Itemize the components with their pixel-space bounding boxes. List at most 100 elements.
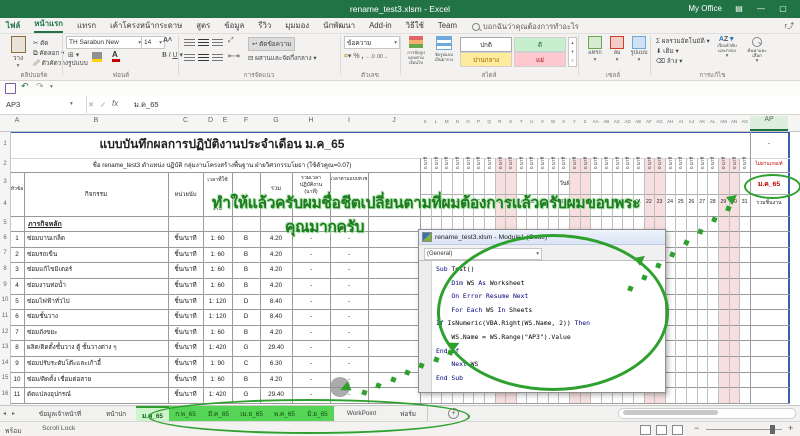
column-headers[interactable]: ABCDEFGHIJKLMNOPQRSTUVWXYZAAABACADAEAFAG… xyxy=(0,114,800,132)
style-chip-2[interactable]: ปานกลาง xyxy=(460,52,512,67)
table-cell-r7c3[interactable]: 1: 60 xyxy=(203,325,232,341)
column-header-AI[interactable]: AI xyxy=(675,119,686,124)
column-header-AA[interactable]: AA xyxy=(590,119,601,124)
table-cell-r5c3[interactable]: 1: 120 xyxy=(203,294,232,310)
column-header-AP[interactable]: AP xyxy=(750,116,788,131)
new-sheet-icon[interactable]: + xyxy=(448,408,459,419)
column-header-AH[interactable]: AH xyxy=(665,119,676,124)
ribbon-tab-6[interactable]: รีวิว xyxy=(258,20,271,32)
ribbon-tab-11[interactable]: Team xyxy=(438,21,457,30)
column-header-M[interactable]: M xyxy=(441,119,452,124)
header-per-model[interactable]: เวลาตามแบบที่ใช้ xyxy=(330,177,368,183)
column-header-AM[interactable]: AM xyxy=(718,119,729,124)
table-cell-r3c5[interactable]: 4.20 xyxy=(260,262,292,278)
row-header-8[interactable]: 8 xyxy=(0,266,10,272)
align-top-icon[interactable] xyxy=(184,39,195,47)
column-header-U[interactable]: U xyxy=(526,119,537,124)
column-header-S[interactable]: S xyxy=(505,119,516,124)
column-header-T[interactable]: T xyxy=(516,119,527,124)
conditional-formatting-button[interactable]: การจัดรูปแบบตามเงื่อนไข xyxy=(404,36,428,65)
vba-code-window[interactable]: rename_test3.xlsm - Module1 (Code) (Gene… xyxy=(418,229,666,393)
day-number-5[interactable]: 5 xyxy=(463,199,474,205)
sheet-tab-เม.ย_65[interactable]: เม.ย_65 xyxy=(235,406,269,421)
table-cell-r5c4[interactable]: D xyxy=(232,294,260,310)
column-header-V[interactable]: V xyxy=(537,119,548,124)
column-header-A[interactable]: A xyxy=(10,117,24,124)
sheet-tab-มิ.ย_65[interactable]: มิ.ย_65 xyxy=(301,406,335,421)
minimize-icon[interactable]: — xyxy=(756,4,766,14)
table-cell-r8c7[interactable]: - xyxy=(330,340,368,356)
column-header-P[interactable]: P xyxy=(473,119,484,124)
gallery-scrollbar[interactable]: ▲▼≡ xyxy=(568,37,577,67)
day-number-2[interactable]: 2 xyxy=(431,199,442,205)
column-header-AJ[interactable]: AJ xyxy=(686,119,697,124)
sheet-tab-มี.ค_65[interactable]: มี.ค_65 xyxy=(202,406,236,421)
day-number-15[interactable]: 15 xyxy=(569,199,580,205)
column-header-K[interactable]: K xyxy=(420,119,431,124)
table-cell-r4c4[interactable]: B xyxy=(232,278,260,294)
day-number-7[interactable]: 7 xyxy=(484,199,495,205)
table-cell-r7c7[interactable]: - xyxy=(330,325,368,341)
ribbon-tab-10[interactable]: วิธีใช้ xyxy=(406,20,424,32)
table-cell-r10c2[interactable]: ชิ้น/นาที xyxy=(168,372,203,388)
day-number-29[interactable]: 29 xyxy=(718,199,729,205)
table-cell-r10c3[interactable]: 1: 60 xyxy=(203,372,232,388)
table-cell-r1c6[interactable]: - xyxy=(292,231,330,247)
sheet-subtitle[interactable]: ชื่อ rename_test3 ตำแหน่ง ปฏิบัติ กลุ่มง… xyxy=(24,160,420,170)
maximize-icon[interactable]: ▢ xyxy=(778,4,788,14)
day-number-10[interactable]: 10 xyxy=(516,199,527,205)
header-time2[interactable]: งาน xyxy=(203,205,232,213)
table-cell-r7c6[interactable]: - xyxy=(292,325,330,341)
formula-input[interactable]: ม.ค_65 xyxy=(134,96,159,113)
sheet-tab-พ.ค_65[interactable]: พ.ค_65 xyxy=(268,406,302,421)
table-cell-r1c2[interactable]: ชิ้น/นาที xyxy=(168,231,203,247)
table-cell-r10c1[interactable]: ซ่อม/ติดตั้ง เชื่อมต่อสาย xyxy=(24,372,168,388)
table-cell-r7c0[interactable]: 7 xyxy=(10,325,24,341)
table-cell-r9c4[interactable]: C xyxy=(232,356,260,372)
day-number-4[interactable]: 4 xyxy=(452,199,463,205)
sheet-tab-ข้อมูลเจ้าหน้าที่[interactable]: ข้อมูลเจ้าหน้าที่ xyxy=(24,406,97,421)
table-cell-r9c0[interactable]: 9 xyxy=(10,356,24,372)
column-header-O[interactable]: O xyxy=(463,119,474,124)
orientation-icon[interactable]: ⤢ xyxy=(228,37,234,45)
tab-scroll-left-icon[interactable]: ◂ xyxy=(3,410,6,417)
ribbon-tab-9[interactable]: Add-in xyxy=(369,21,392,30)
autosum-button[interactable]: Σ ผลรวมอัตโนมัติ ▾ xyxy=(656,36,710,46)
format-cells-button[interactable]: รูปแบบ▾ xyxy=(630,36,648,63)
table-cell-r5c0[interactable]: 5 xyxy=(10,294,24,310)
table-cell-r7c2[interactable]: ชิ้น/นาที xyxy=(168,325,203,341)
column-header-AC[interactable]: AC xyxy=(612,119,623,124)
day-number-23[interactable]: 23 xyxy=(654,199,665,205)
zoom-out-icon[interactable]: − xyxy=(694,423,699,433)
share-icon[interactable]: r⤴ xyxy=(785,21,794,31)
zoom-in-icon[interactable]: + xyxy=(788,423,793,433)
day-number-22[interactable]: 22 xyxy=(644,199,655,205)
table-cell-r6c1[interactable]: ซ่อมชั้นวาง xyxy=(24,309,168,325)
page-break-view-icon[interactable] xyxy=(672,425,683,435)
table-cell-r10c5[interactable]: 4.20 xyxy=(260,372,292,388)
align-center-icon[interactable] xyxy=(198,54,209,62)
day-number-8[interactable]: 8 xyxy=(495,199,506,205)
zoom-slider-thumb[interactable] xyxy=(770,425,775,434)
insert-function-icon[interactable]: fx xyxy=(112,99,118,108)
column-header-AF[interactable]: AF xyxy=(644,119,655,124)
day-number-16[interactable]: 16 xyxy=(580,199,591,205)
table-cell-r4c6[interactable]: - xyxy=(292,278,330,294)
column-header-AB[interactable]: AB xyxy=(601,119,612,124)
table-cell-r1c7[interactable]: - xyxy=(330,231,368,247)
day-number-25[interactable]: 25 xyxy=(675,199,686,205)
border-icon[interactable]: ⊞ ▾ xyxy=(68,51,79,59)
grow-font-icon[interactable]: A˄ xyxy=(163,37,172,44)
table-cell-r9c6[interactable]: - xyxy=(292,356,330,372)
ribbon-tab-2[interactable]: แทรก xyxy=(77,20,96,32)
day-number-27[interactable]: 27 xyxy=(697,199,708,205)
row-header-7[interactable]: 7 xyxy=(0,250,10,256)
scrollbar-thumb[interactable] xyxy=(623,410,718,415)
table-cell-r2c2[interactable]: ชิ้น/นาที xyxy=(168,247,203,263)
ribbon-display-options-icon[interactable]: ▤ xyxy=(734,4,744,14)
cell-ap1[interactable]: - xyxy=(750,140,788,147)
header-total[interactable]: รวม xyxy=(260,183,292,193)
column-header-AK[interactable]: AK xyxy=(697,119,708,124)
table-cell-r4c0[interactable]: 4 xyxy=(10,278,24,294)
style-chip-0[interactable]: ปกติ xyxy=(460,37,512,52)
